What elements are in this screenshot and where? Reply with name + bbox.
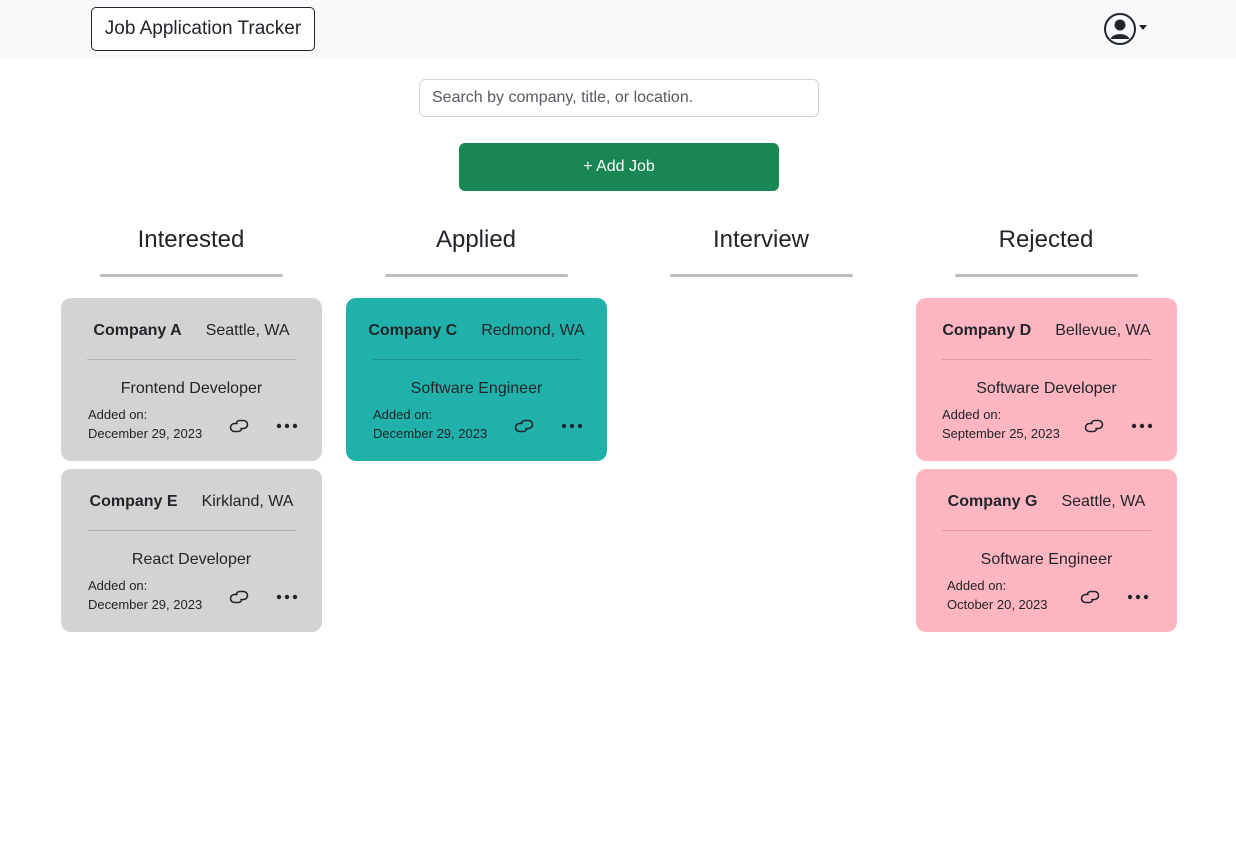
column-divider	[100, 274, 283, 277]
more-options-icon[interactable]	[276, 590, 298, 604]
added-date: September 25, 2023	[942, 426, 1060, 441]
column-header-rejected: Rejected	[998, 226, 1094, 253]
card-job-title: React Developer	[131, 551, 252, 568]
card-location: Seattle, WA	[205, 322, 290, 339]
added-date: October 20, 2023	[947, 597, 1048, 612]
link-icon[interactable]	[513, 419, 535, 433]
card-job-title: Software Engineer	[980, 551, 1113, 568]
card-added-date: Added on: December 29, 2023	[88, 405, 202, 443]
more-options-icon[interactable]	[561, 419, 583, 433]
card-company: Company A	[93, 322, 182, 339]
brand-button[interactable]: Job Application Tracker	[91, 7, 315, 51]
card-location: Redmond, WA	[481, 322, 585, 339]
more-options-icon[interactable]	[276, 419, 298, 433]
added-label: Added on:	[947, 578, 1007, 593]
column-divider	[385, 274, 568, 277]
more-options-icon[interactable]	[1127, 590, 1149, 604]
card-job-title: Frontend Developer	[120, 380, 263, 397]
column-header-applied: Applied	[435, 226, 517, 253]
link-icon[interactable]	[1079, 590, 1101, 604]
card-divider	[942, 359, 1151, 360]
card-company: Company E	[89, 493, 178, 510]
column-divider	[955, 274, 1138, 277]
link-icon[interactable]	[228, 419, 250, 433]
added-date: December 29, 2023	[88, 597, 203, 612]
search-input[interactable]	[419, 79, 819, 117]
added-label: Added on:	[942, 407, 1002, 422]
card-added-date: Added on: October 20, 2023	[947, 576, 1047, 614]
card-location: Bellevue, WA	[1055, 322, 1151, 339]
card-divider	[87, 359, 296, 360]
add-job-button[interactable]: + Add Job	[459, 143, 779, 191]
job-card[interactable]: Company D Bellevue, WA Software Developer…	[916, 298, 1177, 461]
link-icon[interactable]	[1083, 419, 1105, 433]
user-menu-toggle[interactable]	[1103, 12, 1149, 46]
job-card[interactable]: Company E Kirkland, WA React Developer Ad…	[61, 469, 322, 632]
added-label: Added on:	[88, 578, 148, 593]
card-divider	[942, 530, 1151, 531]
job-card[interactable]: Company A Seattle, WA Frontend Developer …	[61, 298, 322, 461]
card-divider	[87, 530, 296, 531]
link-icon[interactable]	[228, 590, 250, 604]
job-card[interactable]: Company C Redmond, WA Software Engineer A…	[346, 298, 607, 461]
user-circle-icon	[1104, 13, 1136, 45]
navbar: Job Application Tracker	[0, 0, 1236, 58]
added-date: December 29, 2023	[373, 426, 488, 441]
more-options-icon[interactable]	[1131, 419, 1153, 433]
added-label: Added on:	[373, 407, 433, 422]
added-label: Added on:	[88, 407, 148, 422]
card-added-date: Added on: September 25, 2023	[942, 405, 1060, 443]
card-location: Kirkland, WA	[201, 493, 294, 510]
card-company: Company D	[942, 322, 1032, 339]
chevron-down-icon	[1139, 25, 1147, 30]
job-card[interactable]: Company G Seattle, WA Software Engineer A…	[916, 469, 1177, 632]
added-date: December 29, 2023	[88, 426, 203, 441]
card-added-date: Added on: December 29, 2023	[88, 576, 202, 614]
card-company: Company G	[947, 493, 1038, 510]
card-location: Seattle, WA	[1061, 493, 1146, 510]
card-company: Company C	[368, 322, 458, 339]
card-job-title: Software Engineer	[410, 380, 543, 397]
card-divider	[372, 359, 581, 360]
column-divider	[670, 274, 853, 277]
column-header-interview: Interview	[712, 226, 810, 253]
column-header-interested: Interested	[137, 226, 245, 253]
card-job-title: Software Developer	[976, 380, 1117, 397]
card-added-date: Added on: December 29, 2023	[373, 405, 487, 443]
